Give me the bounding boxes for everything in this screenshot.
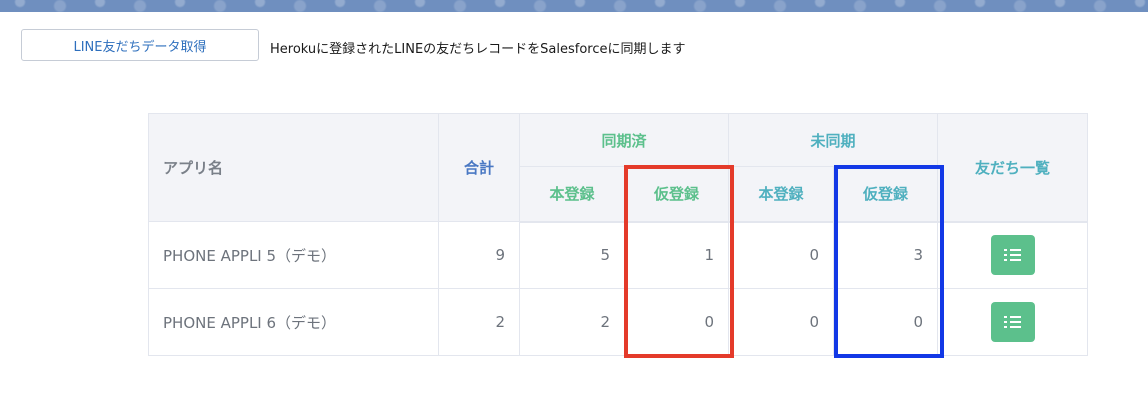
column-header-total: 合計 [438, 113, 520, 222]
unsynced-registered-cell: 0 [728, 221, 835, 289]
column-header-unsynced-provisional: 仮登録 [833, 166, 939, 223]
app-name-cell: PHONE APPLI 6（デモ） [148, 288, 439, 356]
sync-description: Herokuに登録されたLINEの友だちレコードをSalesforceに同期しま… [270, 42, 686, 57]
synced-provisional-cell: 0 [623, 288, 730, 356]
synced-provisional-cell: 1 [623, 221, 730, 289]
total-cell: 2 [438, 288, 520, 356]
column-header-friends-list: 友だち一覧 [937, 113, 1089, 223]
fetch-line-friends-button[interactable]: LINE友だちデータ取得 [21, 29, 259, 61]
unsynced-provisional-cell: 0 [833, 288, 939, 356]
unsynced-provisional-cell: 3 [833, 221, 939, 289]
list-icon [1003, 315, 1022, 329]
column-header-unsynced-registered: 本登録 [728, 166, 835, 223]
friends-list-cell [937, 221, 1089, 289]
column-header-synced-provisional: 仮登録 [623, 166, 730, 223]
friends-list-button[interactable] [990, 235, 1035, 276]
column-header-synced-registered: 本登録 [519, 166, 625, 223]
synced-registered-cell: 5 [519, 221, 625, 289]
synced-registered-cell: 2 [519, 288, 625, 356]
table-row: PHONE APPLI 5（デモ） 9 5 1 0 3 [148, 221, 1089, 289]
total-cell: 9 [438, 221, 520, 289]
column-group-synced: 同期済 [518, 113, 730, 167]
list-icon [1003, 248, 1022, 262]
unsynced-registered-cell: 0 [728, 288, 835, 356]
friends-list-cell [937, 288, 1089, 356]
column-header-app-name: アプリ名 [148, 113, 439, 222]
friends-sync-table: アプリ名 合計 同期済 未同期 友だち一覧 本登録 仮登録 本登録 仮登録 PH… [148, 113, 1089, 356]
top-banner [0, 0, 1148, 12]
friends-list-button[interactable] [990, 302, 1035, 342]
app-name-cell: PHONE APPLI 5（デモ） [148, 221, 439, 289]
column-group-unsynced: 未同期 [728, 113, 939, 167]
table-row: PHONE APPLI 6（デモ） 2 2 0 0 0 [148, 288, 1089, 356]
